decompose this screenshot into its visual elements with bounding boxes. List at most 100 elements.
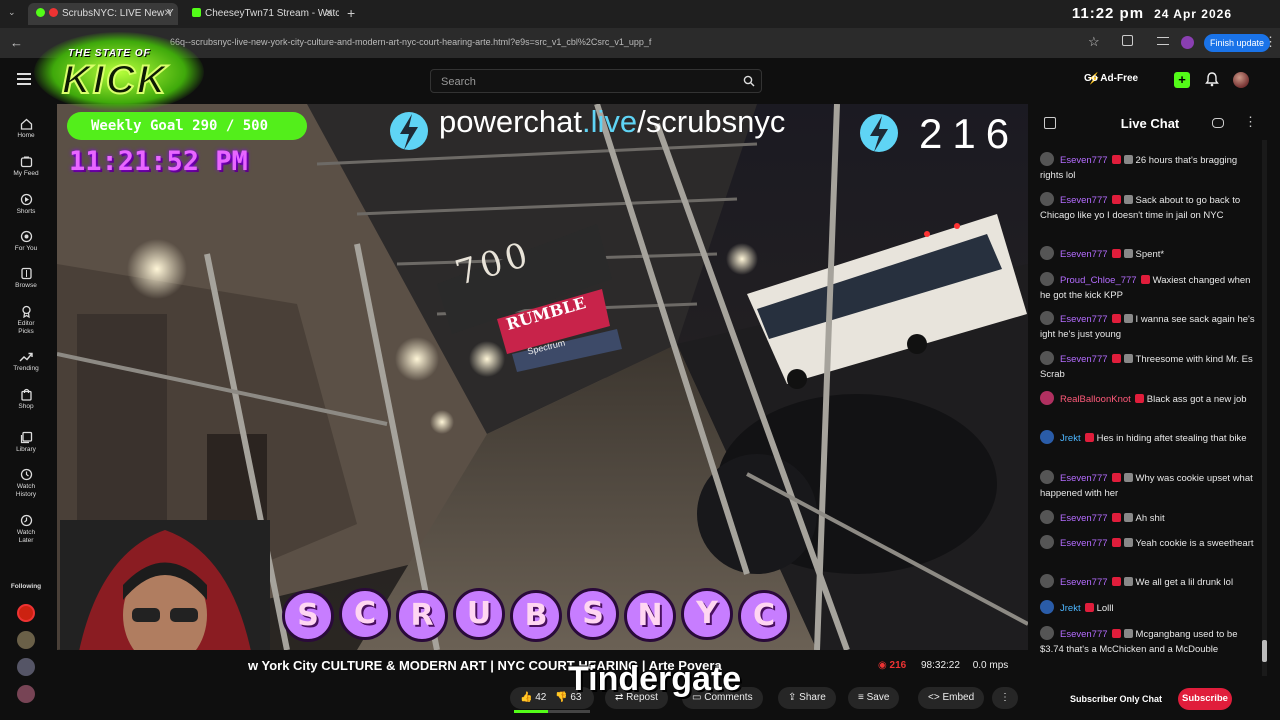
emote-badge-icon — [1123, 195, 1133, 204]
sidebar-item-home[interactable]: Home — [0, 118, 52, 139]
sidebar-item-for-you[interactable]: For You — [0, 230, 52, 252]
popout-chat-icon[interactable] — [1212, 118, 1224, 128]
chat-avatar[interactable] — [1040, 351, 1054, 365]
more-options-button[interactable]: ⋮ — [992, 687, 1018, 709]
eye-icon: ◉ — [878, 660, 887, 671]
sidebar-item-browse[interactable]: Browse — [0, 267, 52, 289]
chat-username[interactable]: Jrekt — [1060, 433, 1081, 444]
stream-clock-overlay: 11:21:52 PM — [69, 146, 248, 177]
system-clock: 11:22 pm 24 Apr 2026 — [1072, 5, 1232, 22]
sidebar-item-label: Browse — [15, 282, 37, 289]
state-of-kick-logo[interactable]: THE STATE OF KICK — [24, 24, 214, 120]
following-channel-avatar[interactable] — [17, 631, 35, 649]
new-tab-icon[interactable]: + — [347, 5, 355, 21]
close-tab-icon[interactable]: ✕ — [164, 3, 172, 25]
emote-badge-icon — [1123, 577, 1133, 586]
following-channel-avatar[interactable] — [17, 685, 35, 703]
browser-menu-icon[interactable]: ⋮ — [1264, 34, 1277, 50]
chat-username[interactable]: Proud_Chloe_777 — [1060, 275, 1137, 286]
chat-avatar[interactable] — [1040, 510, 1054, 524]
go-ad-free-button[interactable]: Go Ad-Free — [1084, 73, 1138, 84]
chat-username[interactable]: Eseven777 — [1060, 354, 1108, 365]
chat-avatar[interactable] — [1040, 535, 1054, 549]
media-control-icon[interactable] — [1157, 37, 1169, 45]
following-channel-avatar[interactable] — [17, 658, 35, 676]
url-field[interactable]: 66q--scrubsnyc-live-new-york-city-cultur… — [170, 37, 651, 47]
shop-icon — [20, 388, 32, 401]
chat-avatar[interactable] — [1040, 272, 1054, 286]
bookmark-star-icon[interactable]: ☆ — [1088, 34, 1100, 50]
chat-avatar[interactable] — [1040, 470, 1054, 484]
search-icon[interactable] — [743, 75, 755, 87]
tab-title: CheeseyTwn71 Stream - Watch — [205, 8, 339, 19]
logo-main-text: KICK — [61, 57, 168, 103]
chat-username[interactable]: Eseven777 — [1060, 577, 1108, 588]
chat-username[interactable]: Eseven777 — [1060, 513, 1108, 524]
embed-icon: <> — [928, 692, 940, 703]
share-button[interactable]: ⇪ Share — [778, 687, 836, 709]
scrubsnyc-letter-bubble: Y — [681, 588, 733, 640]
chat-username[interactable]: Eseven777 — [1060, 195, 1108, 206]
chat-avatar[interactable] — [1040, 430, 1054, 444]
chat-avatar[interactable] — [1040, 246, 1054, 260]
chat-avatar[interactable] — [1040, 391, 1054, 405]
scrubsnyc-letter-bubble: S — [282, 590, 334, 642]
chat-message: Eseven777 Spent* — [1040, 246, 1262, 262]
chat-message: Eseven777 Mcgangbang used to be $3.74 tha… — [1040, 626, 1262, 657]
chat-username[interactable]: Jrekt — [1060, 603, 1081, 614]
close-tab-icon[interactable]: ✕ — [325, 3, 333, 25]
search-input[interactable] — [441, 74, 731, 90]
chat-avatar[interactable] — [1040, 626, 1054, 640]
sidebar-item-watch-history[interactable]: Watch History — [0, 468, 52, 499]
embed-button[interactable]: <> Embed — [918, 687, 985, 709]
sidebar-item-editor-picks[interactable]: Editor Picks — [0, 305, 52, 336]
subscribe-button[interactable]: Subscribe — [1178, 688, 1232, 710]
tab-cheesey[interactable]: CheeseyTwn71 Stream - Watch ✕ — [184, 3, 339, 25]
chat-message: Eseven777 I wanna see sack again he's igh… — [1040, 311, 1262, 342]
chat-username[interactable]: RealBalloonKnot — [1060, 394, 1131, 405]
for-you-icon — [20, 230, 32, 243]
editor-picks-icon — [21, 305, 31, 318]
sidebar-item-label: Shorts — [16, 208, 36, 215]
chat-avatar[interactable] — [1040, 152, 1054, 166]
chat-username[interactable]: Eseven777 — [1060, 473, 1108, 484]
chat-scrollbar-thumb[interactable] — [1262, 640, 1267, 662]
sidebar-item-watch-later[interactable]: Watch Later — [0, 514, 52, 545]
chat-message-text: Spent* — [1135, 249, 1165, 260]
subscriber-badge-icon — [1111, 249, 1121, 258]
finish-update-button[interactable]: Finish update — [1204, 34, 1271, 52]
sidebar-item-my-feed[interactable]: My Feed — [0, 156, 52, 177]
chat-menu-icon[interactable]: ⋮ — [1244, 114, 1257, 130]
search-box — [430, 69, 762, 93]
upload-icon[interactable]: + — [1174, 72, 1190, 88]
chat-avatar[interactable] — [1040, 192, 1054, 206]
chat-username[interactable]: Eseven777 — [1060, 538, 1108, 549]
user-avatar[interactable] — [1233, 72, 1249, 88]
sidebar-item-library[interactable]: Library — [0, 431, 52, 453]
like-ratio-bar — [514, 710, 590, 713]
subscriber-badge-icon — [1111, 538, 1121, 547]
tab-list-chevron-icon[interactable]: ⌄ — [8, 7, 18, 17]
chat-username[interactable]: Eseven777 — [1060, 155, 1108, 166]
watch-history-icon — [20, 468, 32, 481]
sidebar-item-shorts[interactable]: Shorts — [0, 193, 52, 215]
back-icon[interactable]: ← — [10, 35, 23, 50]
extensions-icon[interactable] — [1122, 35, 1133, 46]
chat-username[interactable]: Eseven777 — [1060, 249, 1108, 260]
thumbs-up-icon: 👍 — [520, 692, 533, 703]
emote-badge-icon — [1123, 354, 1133, 363]
notifications-bell-icon[interactable] — [1205, 72, 1221, 88]
sidebar-item-trending[interactable]: Trending — [0, 351, 52, 372]
chat-username[interactable]: Eseven777 — [1060, 314, 1108, 325]
chat-avatar[interactable] — [1040, 311, 1054, 325]
tab-scrubsnyc[interactable]: ScrubsNYC: LIVE New Y ✕ — [28, 3, 178, 25]
chat-avatar[interactable] — [1040, 574, 1054, 588]
chat-scrollbar[interactable] — [1262, 140, 1267, 676]
sidebar-item-shop[interactable]: Shop — [0, 388, 52, 410]
profile-avatar-icon[interactable] — [1181, 36, 1194, 49]
chat-message: Proud_Chloe_777 Waxiest changed when he g… — [1040, 272, 1262, 303]
chat-avatar[interactable] — [1040, 600, 1054, 614]
following-channel-avatar[interactable] — [17, 604, 35, 622]
chat-username[interactable]: Eseven777 — [1060, 629, 1108, 640]
save-button[interactable]: ≡ Save — [848, 687, 900, 709]
